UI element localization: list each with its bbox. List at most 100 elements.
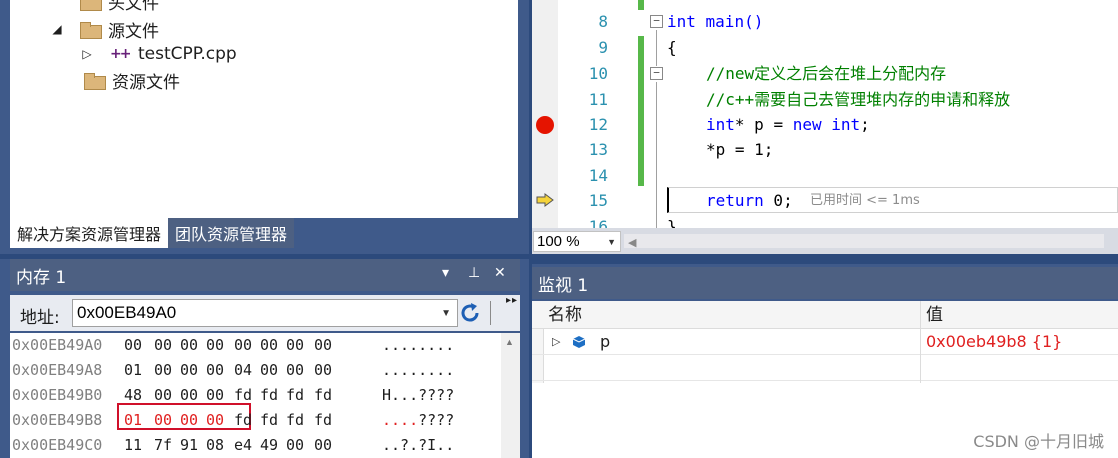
memory-byte[interactable]: 91 <box>178 433 200 457</box>
watch-value[interactable]: 0x00eb49b8 {1} <box>926 329 1062 355</box>
scroll-up-icon[interactable]: ▲ <box>505 337 514 347</box>
collapsed-arrow-icon[interactable]: ▷ <box>80 47 94 61</box>
memory-byte[interactable]: fd <box>312 383 334 407</box>
memory-byte[interactable]: 00 <box>204 358 226 382</box>
code-line: 15 return 0; 已用时间 <= 1ms <box>532 188 1118 214</box>
line-number: 11 <box>588 90 608 109</box>
scroll-left-icon[interactable]: ◀ <box>628 236 636 249</box>
memory-byte[interactable]: e4 <box>232 433 254 457</box>
memory-row[interactable]: 0x00EB49B0 48 00 00 00 fd fd fd fd H...???? <box>10 383 490 407</box>
memory-byte[interactable]: 00 <box>152 383 174 407</box>
address-value: 0x00EB49A0 <box>77 303 177 322</box>
memory-byte[interactable]: 00 <box>152 358 174 382</box>
memory-grid[interactable]: 0x00EB49A0 00 00 00 00 00 00 00 00........ 0x00EB… <box>10 333 520 458</box>
perf-tip[interactable]: 已用时间 <= 1ms <box>810 188 920 214</box>
memory-byte[interactable]: fd <box>312 408 334 432</box>
vertical-scrollbar[interactable]: ▲ <box>501 333 520 458</box>
memory-byte[interactable]: fd <box>258 408 280 432</box>
code-text: *p = 1; <box>706 140 774 159</box>
memory-row[interactable]: 0x00EB49A8 01 00 00 00 04 00 00 00........ <box>10 358 490 382</box>
column-header-value[interactable]: 值 <box>926 301 943 329</box>
horizontal-scrollbar[interactable]: ◀ <box>624 234 1104 249</box>
memory-byte[interactable]: 11 <box>122 433 144 457</box>
dropdown-icon[interactable]: ▾ <box>442 265 449 281</box>
column-header-name[interactable]: 名称 <box>548 301 582 329</box>
memory-byte[interactable]: 49 <box>258 433 280 457</box>
memory-row[interactable]: 0x00EB49A0 00 00 00 00 00 00 00 00........ <box>10 333 490 357</box>
tab-solution-explorer[interactable]: 解决方案资源管理器 <box>10 218 169 248</box>
chevron-down-icon[interactable]: ▼ <box>441 308 451 319</box>
watch-row[interactable]: ▷ p 0x00eb49b8 {1} <box>532 329 1118 355</box>
memory-byte[interactable]: 01 <box>122 408 144 432</box>
memory-byte[interactable]: 00 <box>312 433 334 457</box>
memory-byte[interactable]: 48 <box>122 383 144 407</box>
column-separator[interactable] <box>920 301 921 383</box>
tree-item-source-files[interactable]: ◢ 源文件 <box>50 16 159 42</box>
memory-byte[interactable]: 00 <box>178 408 200 432</box>
memory-byte[interactable]: 00 <box>178 333 200 357</box>
memory-byte[interactable]: 00 <box>312 358 334 382</box>
tree-item-testcpp[interactable]: ▷ ++ testCPP.cpp <box>80 41 236 67</box>
refresh-icon[interactable] <box>458 301 482 325</box>
memory-byte[interactable]: 00 <box>284 433 306 457</box>
line-number: 10 <box>588 64 608 83</box>
memory-row[interactable]: 0x00EB49C0 11 7f 91 08 e4 49 00 00 ..?.?I.. <box>10 433 490 457</box>
pin-icon[interactable]: ⊥ <box>468 265 480 281</box>
memory-byte[interactable]: 00 <box>232 333 254 357</box>
memory-byte[interactable]: fd <box>284 383 306 407</box>
tab-team-explorer[interactable]: 团队资源管理器 <box>168 218 295 248</box>
memory-byte[interactable]: 01 <box>122 358 144 382</box>
memory-byte[interactable]: 00 <box>152 333 174 357</box>
more-icon[interactable]: ▸▸ <box>506 295 518 306</box>
memory-byte[interactable]: 00 <box>204 333 226 357</box>
memory-byte[interactable]: 00 <box>312 333 334 357</box>
memory-byte[interactable]: 00 <box>122 333 144 357</box>
watermark: CSDN @十月旧城 <box>973 432 1104 451</box>
memory-byte[interactable]: 00 <box>258 358 280 382</box>
address-bar: 地址: 0x00EB49A0 ▼ ▸▸ <box>10 295 520 331</box>
memory-row[interactable]: 0x00EB49B8 01 00 00 00 fd fd fd fd....???? <box>10 408 490 432</box>
memory-address: 0x00EB49C0 <box>12 436 103 454</box>
memory-byte[interactable]: 00 <box>284 358 306 382</box>
memory-byte[interactable]: 00 <box>152 408 174 432</box>
watch-header: 名称 值 <box>532 301 1118 329</box>
memory-ascii: ........ <box>382 336 455 354</box>
folder-icon <box>84 72 106 90</box>
memory-byte[interactable]: 00 <box>178 383 200 407</box>
code-line: 12 int* p = new int; <box>532 112 1118 138</box>
address-label: 地址: <box>20 308 60 328</box>
tree-item-resource-files[interactable]: 资源文件 <box>84 67 180 93</box>
editor-status-bar: 100 % ▼ ◀ <box>532 228 1118 254</box>
memory-byte[interactable]: fd <box>284 408 306 432</box>
memory-ascii: H...???? <box>382 386 455 404</box>
zoom-select[interactable]: 100 % ▼ <box>533 231 621 252</box>
memory-byte[interactable]: 00 <box>258 333 280 357</box>
memory-byte[interactable]: 00 <box>204 383 226 407</box>
code-text: return 0; <box>706 191 793 210</box>
tree-item-header-files[interactable]: 头文件 <box>80 0 159 14</box>
line-number: 13 <box>588 140 608 159</box>
memory-byte[interactable]: 04 <box>232 358 254 382</box>
memory-byte[interactable]: fd <box>232 408 254 432</box>
watch-row-empty[interactable] <box>532 355 1118 381</box>
address-input[interactable]: 0x00EB49A0 ▼ <box>72 299 458 327</box>
memory-byte[interactable]: fd <box>258 383 280 407</box>
expanded-arrow-icon[interactable]: ◢ <box>50 22 64 36</box>
code-text: int* p = new int; <box>706 115 870 134</box>
code-editor[interactable]: − − 8 int main() 9 { 10 //new定义之后会在堆上分配内… <box>532 0 1118 228</box>
code-text: } <box>667 217 677 228</box>
cpp-file-icon: ++ <box>110 46 131 62</box>
tree-item-label: 资源文件 <box>112 72 180 93</box>
memory-byte[interactable]: 08 <box>204 433 226 457</box>
memory-byte[interactable]: 00 <box>284 333 306 357</box>
expand-arrow-icon[interactable]: ▷ <box>552 329 560 355</box>
memory-byte[interactable]: fd <box>232 383 254 407</box>
memory-byte[interactable]: 00 <box>204 408 226 432</box>
memory-address: 0x00EB49A0 <box>12 336 103 354</box>
memory-byte[interactable]: 00 <box>178 358 200 382</box>
memory-byte[interactable]: 7f <box>152 433 174 457</box>
close-icon[interactable]: ✕ <box>494 265 506 281</box>
memory-address: 0x00EB49B0 <box>12 386 103 404</box>
memory-ascii-changed: .... <box>382 411 419 429</box>
code-text: int main() <box>667 12 764 31</box>
